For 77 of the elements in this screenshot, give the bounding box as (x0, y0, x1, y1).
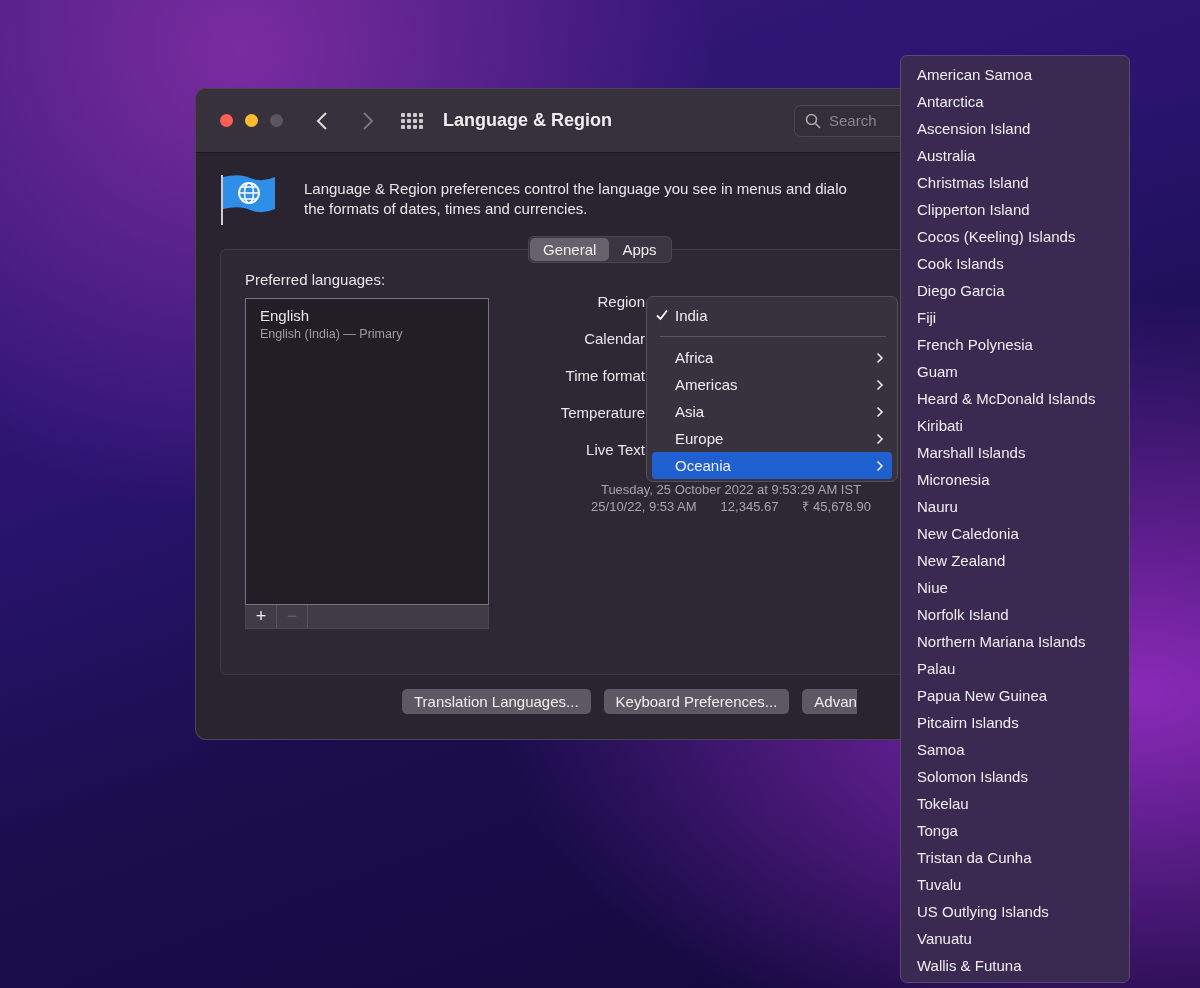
menu-item[interactable]: Tuvalu (917, 871, 1129, 898)
menu-item[interactable]: American Samoa (917, 61, 1129, 88)
menu-item[interactable]: Nauru (917, 493, 1129, 520)
chevron-icon (876, 459, 884, 472)
chevron-icon (876, 432, 884, 445)
menu-item[interactable]: Australia (917, 142, 1129, 169)
menu-item[interactable]: Kiribati (917, 412, 1129, 439)
checkmark-icon (656, 309, 668, 321)
section-label: Preferred languages: (245, 271, 387, 288)
menu-item[interactable]: Niue (917, 574, 1129, 601)
chevron-icon (876, 351, 884, 364)
menu-item[interactable]: Fiji (917, 304, 1129, 331)
tab[interactable]: Apps (609, 238, 670, 261)
menu-item[interactable]: Clipperton Island (917, 196, 1129, 223)
tab[interactable]: General (530, 238, 610, 261)
menu-item[interactable]: Europe (652, 425, 892, 452)
menu-item[interactable]: Norfolk Island (917, 601, 1129, 628)
search-icon (805, 112, 821, 129)
menu-item[interactable]: Cook Islands (917, 250, 1129, 277)
menu-item[interactable]: Pitcairn Islands (917, 709, 1129, 736)
search-input[interactable]: Search (829, 112, 885, 129)
chevron-icon (876, 378, 884, 391)
menu-item[interactable]: Cocos (Keeling) Islands (917, 223, 1129, 250)
add-button[interactable]: + (246, 605, 277, 628)
menu-item[interactable]: Christmas Island (917, 169, 1129, 196)
globe-flag-icon (220, 173, 278, 227)
search-field[interactable]: Search (794, 104, 901, 137)
format-sample: ₹ 45,678.90 (802, 498, 871, 515)
format-sample: 12,345.67 (720, 498, 779, 515)
menu-item[interactable]: Heard & McDonald Islands (917, 385, 1129, 412)
menu-item[interactable]: US Outlying Islands (917, 898, 1129, 925)
menu-item[interactable]: Asia (652, 398, 892, 425)
description-text: the formats of dates, times and currencies. (304, 199, 589, 219)
menu-item[interactable]: Tokelau (917, 790, 1129, 817)
close-button[interactable] (220, 114, 233, 127)
language-detail: English (India) — Primary (260, 327, 404, 341)
format-sample: 25/10/22, 9:53 AM (591, 498, 697, 515)
menu-item[interactable]: Wallis & Futuna (917, 952, 1129, 979)
menu-item[interactable]: Micronesia (917, 466, 1129, 493)
grid-icon[interactable] (401, 111, 423, 130)
menu-item[interactable]: Antarctica (917, 88, 1129, 115)
menu-item[interactable]: Tristan da Cunha (917, 844, 1129, 871)
menu-item[interactable]: New Zealand (917, 547, 1129, 574)
menu-item[interactable]: Oceania (652, 452, 892, 479)
setting-label: Live Text (586, 440, 645, 460)
setting-label: Temperature (560, 403, 645, 423)
menu-item[interactable]: New Caledonia (917, 520, 1129, 547)
menu-item[interactable]: French Polynesia (917, 331, 1129, 358)
menu-item[interactable]: Tonga (917, 817, 1129, 844)
language-name: English (260, 307, 311, 324)
setting-label: Calendar (584, 329, 645, 349)
window-title: Language & Region (443, 110, 612, 131)
chevron-icon (876, 405, 884, 418)
menu-item[interactable]: Africa (652, 344, 892, 371)
menu-item[interactable]: Palau (917, 655, 1129, 682)
menu-item[interactable]: Marshall Islands (917, 439, 1129, 466)
back-icon[interactable] (315, 110, 329, 131)
setting-label: Region (597, 292, 645, 312)
forward-icon[interactable] (361, 110, 375, 131)
menu-item[interactable]: Guam (917, 358, 1129, 385)
menu-item[interactable]: Samoa (917, 736, 1129, 763)
menu-item[interactable]: Ascension Island (917, 115, 1129, 142)
menu-item[interactable]: Papua New Guinea (917, 682, 1129, 709)
push-button[interactable]: Translation Languages... (402, 689, 591, 714)
menu-item[interactable]: Solomon Islands (917, 763, 1129, 790)
menu-item[interactable]: Vanuatu (917, 925, 1129, 952)
setting-label: Time format (565, 366, 645, 386)
menu-item[interactable]: Americas (652, 371, 892, 398)
minimize-button[interactable] (245, 114, 258, 127)
menu-item[interactable]: India (652, 302, 892, 328)
description-text: Language & Region preferences control the language you see in menus and dialo (304, 179, 847, 199)
language-item[interactable]: English English (India) — Primary (246, 299, 488, 349)
menu-item[interactable]: Diego Garcia (917, 277, 1129, 304)
push-button[interactable]: Keyboard Preferences... (603, 689, 790, 714)
push-button[interactable]: Advan (802, 689, 857, 714)
date-sample: Tuesday, 25 October 2022 at 9:53:29 AM IST (600, 481, 862, 498)
menu-item[interactable]: Northern Mariana Islands (917, 628, 1129, 655)
